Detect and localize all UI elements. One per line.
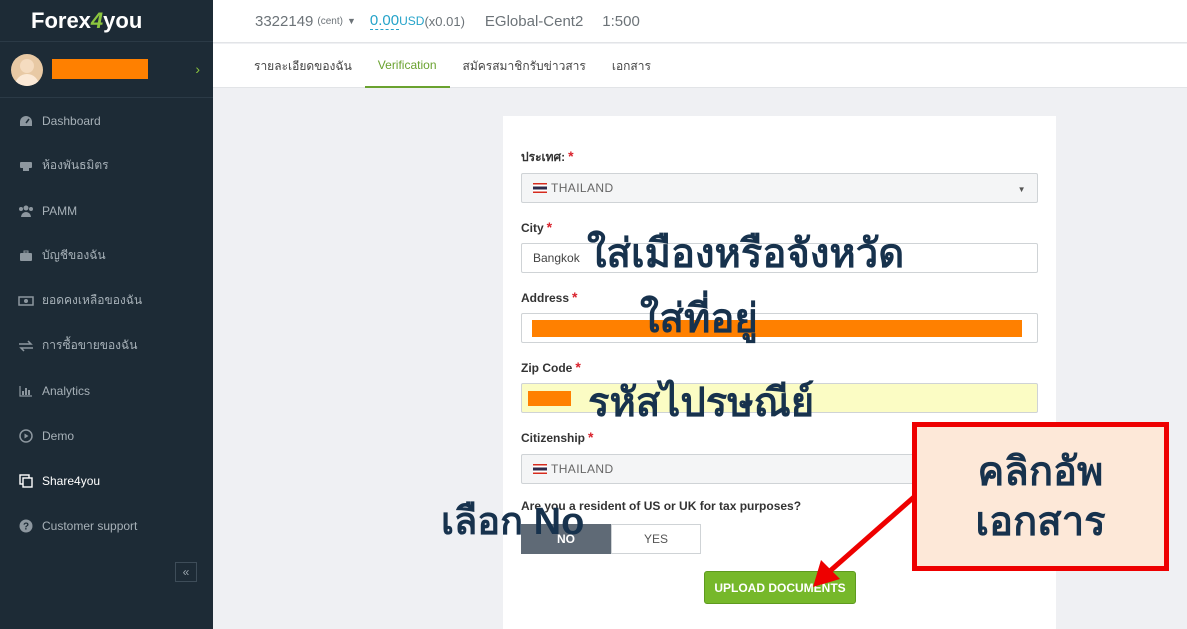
profile-row[interactable]: › bbox=[0, 42, 213, 98]
chevron-down-icon: ▼ bbox=[1017, 185, 1026, 194]
sidebar-item-label: Analytics bbox=[42, 383, 91, 398]
country-label: ประเทศ: * bbox=[521, 148, 574, 164]
address-redaction bbox=[532, 320, 1022, 337]
avatar bbox=[11, 53, 43, 86]
account-bar: 3322149 (cent) ▼ 0.00 USD (x0.01) EGloba… bbox=[213, 0, 1187, 43]
sidebar-item-demo[interactable]: Demo bbox=[0, 413, 213, 458]
zip-label: Zip Code * bbox=[521, 359, 581, 375]
select-no-annotation: เลือก No bbox=[441, 501, 585, 543]
sidebar-item-label: Customer support bbox=[42, 518, 138, 533]
sidebar-nav: Dashboard ห้องพันธมิตร PAMM บัญชีของฉัน … bbox=[0, 98, 213, 548]
tab-my-details[interactable]: รายละเอียดของฉัน bbox=[241, 44, 365, 88]
thailand-flag-icon bbox=[533, 464, 547, 474]
thailand-flag-icon bbox=[533, 183, 547, 193]
profile-tabs: รายละเอียดของฉัน Verification สมัครสมาชิ… bbox=[213, 44, 1187, 88]
country-value: THAILAND bbox=[551, 181, 614, 195]
sidebar-item-label: Demo bbox=[42, 428, 75, 443]
zip-annotation: รหัสไปรษณีย์ bbox=[588, 381, 815, 425]
collapse-sidebar-button[interactable]: « bbox=[175, 562, 197, 582]
sidebar-item-label: การซื้อขายของฉัน bbox=[42, 338, 138, 352]
sidebar-item-trades[interactable]: การซื้อขายของฉัน bbox=[0, 323, 213, 368]
country-select[interactable]: THAILAND ▼ bbox=[521, 173, 1038, 203]
conversion-rate: (x0.01) bbox=[424, 13, 465, 29]
tab-documents[interactable]: เอกสาร bbox=[599, 44, 664, 88]
sidebar-item-label: ห้องพันธมิตร bbox=[42, 158, 109, 172]
sidebar-item-analytics[interactable]: Analytics bbox=[0, 368, 213, 413]
logo[interactable]: Forex 4 you bbox=[0, 0, 213, 42]
sidebar-item-pamm[interactable]: PAMM bbox=[0, 188, 213, 233]
balance-link[interactable]: 0.00 bbox=[369, 12, 400, 30]
tab-newsletter[interactable]: สมัครสมาชิกรับข่าวสาร bbox=[450, 44, 599, 88]
sidebar-item-label: ยอดคงเหลือของฉัน bbox=[42, 293, 143, 307]
logo-suffix: you bbox=[103, 7, 143, 33]
zip-redaction bbox=[528, 391, 571, 406]
logo-prefix: Forex bbox=[31, 7, 91, 33]
partner-icon bbox=[18, 159, 34, 173]
bar-chart-icon bbox=[18, 384, 34, 398]
briefcase-icon bbox=[18, 249, 34, 263]
play-icon bbox=[18, 428, 34, 443]
svg-text:?: ? bbox=[23, 521, 29, 532]
sidebar-item-label: Share4you bbox=[42, 473, 101, 488]
copy-icon bbox=[18, 473, 34, 488]
sidebar-item-share4you[interactable]: Share4you bbox=[0, 458, 213, 503]
callout-line-1: คลิกอัพ bbox=[977, 449, 1104, 494]
city-annotation: ใส่เมืองหรือจังหวัด bbox=[587, 232, 905, 276]
logo-four: 4 bbox=[90, 7, 104, 33]
sidebar-item-dashboard[interactable]: Dashboard bbox=[0, 98, 213, 143]
leverage: 1:500 bbox=[602, 12, 640, 30]
profile-name-redaction bbox=[52, 59, 148, 79]
chevron-right-icon[interactable]: › bbox=[195, 61, 200, 77]
upload-documents-button[interactable]: UPLOAD DOCUMENTS bbox=[704, 571, 856, 604]
sidebar-item-label: PAMM bbox=[42, 203, 78, 218]
account-number[interactable]: 3322149 bbox=[255, 13, 313, 30]
citizenship-label: Citizenship * bbox=[521, 429, 594, 445]
sidebar-item-label: บัญชีของฉัน bbox=[42, 248, 106, 262]
citizenship-value: THAILAND bbox=[551, 462, 614, 476]
dashboard-icon bbox=[18, 114, 34, 128]
yes-button[interactable]: YES bbox=[611, 524, 701, 554]
exchange-icon bbox=[18, 339, 34, 353]
city-label: City * bbox=[521, 219, 553, 235]
city-value: Bangkok bbox=[533, 251, 580, 265]
sidebar-item-support[interactable]: ? Customer support bbox=[0, 503, 213, 548]
sidebar-item-label: Dashboard bbox=[42, 113, 101, 128]
balance-currency: USD bbox=[399, 14, 425, 28]
sidebar: Forex 4 you › Dashboard ห้องพันธมิตร PAMM … bbox=[0, 0, 213, 629]
sidebar-item-partner[interactable]: ห้องพันธมิตร bbox=[0, 143, 213, 188]
address-annotation: ใส่ที่อยู่ bbox=[640, 297, 758, 341]
sidebar-item-balance[interactable]: ยอดคงเหลือของฉัน bbox=[0, 278, 213, 323]
address-input[interactable] bbox=[521, 313, 1038, 343]
money-icon bbox=[18, 294, 34, 308]
tab-verification[interactable]: Verification bbox=[364, 44, 450, 88]
users-icon bbox=[18, 204, 34, 218]
sidebar-item-accounts[interactable]: บัญชีของฉัน bbox=[0, 233, 213, 278]
address-label: Address * bbox=[521, 289, 578, 305]
account-dropdown-icon[interactable]: ▼ bbox=[347, 16, 356, 26]
upload-callout: คลิกอัพ เอกสาร bbox=[912, 422, 1169, 571]
callout-line-2: เอกสาร bbox=[975, 499, 1106, 544]
help-icon: ? bbox=[18, 519, 34, 533]
server-name: EGlobal-Cent2 bbox=[484, 12, 584, 30]
account-type: (cent) bbox=[317, 15, 343, 27]
